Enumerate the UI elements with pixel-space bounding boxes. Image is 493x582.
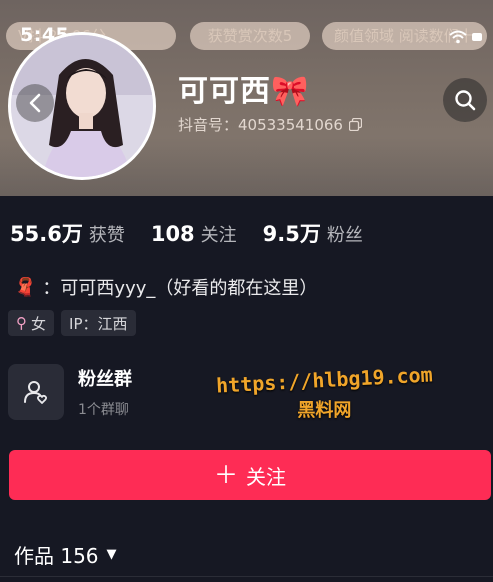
search-icon bbox=[455, 90, 476, 111]
ip-chip-label: IP：江西 bbox=[69, 314, 128, 333]
back-button[interactable] bbox=[16, 84, 54, 122]
fans-group-title: 粉丝群 bbox=[78, 369, 132, 390]
fans-group-icon-box bbox=[8, 364, 64, 420]
back-arrow-icon bbox=[29, 93, 41, 113]
fans-group-subtitle: 1个群聊 bbox=[78, 402, 129, 418]
works-label: 作品 156 bbox=[14, 544, 99, 568]
works-tab[interactable]: 作品 156 ▼ bbox=[14, 540, 117, 569]
battery-icon bbox=[472, 33, 482, 41]
nickname: 可可西🎀 bbox=[178, 74, 310, 109]
scarf-icon: 🧣 bbox=[14, 276, 37, 298]
watermark: https://hlbg19.com 黑料网 bbox=[216, 362, 434, 422]
stat-followers-value: 9.5万 bbox=[262, 222, 321, 246]
profile-chips: ⚲ 女 IP：江西 bbox=[8, 310, 136, 336]
ip-chip: IP：江西 bbox=[61, 310, 136, 336]
profile-header: V抖 27.06分 获赞赏次数5 颜值领域 阅读数们十 5:45 bbox=[0, 0, 493, 196]
wifi-icon bbox=[449, 30, 467, 44]
gender-chip: ⚲ 女 bbox=[8, 310, 55, 336]
fans-group-entry[interactable]: 粉丝群 1个群聊 bbox=[8, 364, 132, 420]
stat-followers-label: 粉丝 bbox=[326, 225, 363, 246]
gender-chip-label: 女 bbox=[31, 314, 47, 333]
stat-followers[interactable]: 9.5万 粉丝 bbox=[263, 218, 363, 248]
bio-text: ：可可西yyy_（好看的都在这里） bbox=[42, 278, 318, 299]
stat-likes-value: 55.6万 bbox=[10, 222, 83, 246]
copy-icon[interactable] bbox=[348, 118, 362, 131]
stat-following-label: 关注 bbox=[200, 225, 237, 246]
bio: 🧣 ：可可西yyy_（好看的都在这里） bbox=[14, 274, 317, 300]
group-icon bbox=[24, 381, 48, 404]
watermark-text: 黑料网 bbox=[297, 400, 352, 421]
search-button[interactable] bbox=[443, 78, 487, 122]
plus-icon: ＋ bbox=[214, 461, 238, 489]
stat-likes-label: 获赞 bbox=[88, 225, 125, 246]
stat-following[interactable]: 108 关注 bbox=[151, 221, 237, 247]
stat-likes[interactable]: 55.6万 获赞 bbox=[10, 218, 125, 248]
watermark-url: https://hlbg19.com bbox=[215, 362, 434, 398]
stat-following-value: 108 bbox=[150, 222, 195, 246]
divider bbox=[0, 576, 493, 577]
fans-group-text: 粉丝群 1个群聊 bbox=[78, 365, 132, 419]
header-tag-likes: 获赞赏次数5 bbox=[190, 22, 310, 50]
douyin-id: 抖音号：40533541066 bbox=[178, 116, 343, 134]
status-icons bbox=[449, 30, 485, 44]
follow-button[interactable]: ＋ 关注 bbox=[9, 450, 491, 500]
caret-down-icon: ▼ bbox=[106, 547, 117, 562]
douyin-id-row[interactable]: 抖音号：40533541066 bbox=[178, 114, 362, 135]
follow-button-label: 关注 bbox=[246, 464, 286, 489]
profile-stats: 55.6万 获赞 108 关注 9.5万 粉丝 bbox=[10, 218, 389, 248]
gender-female-icon: ⚲ bbox=[16, 314, 27, 332]
